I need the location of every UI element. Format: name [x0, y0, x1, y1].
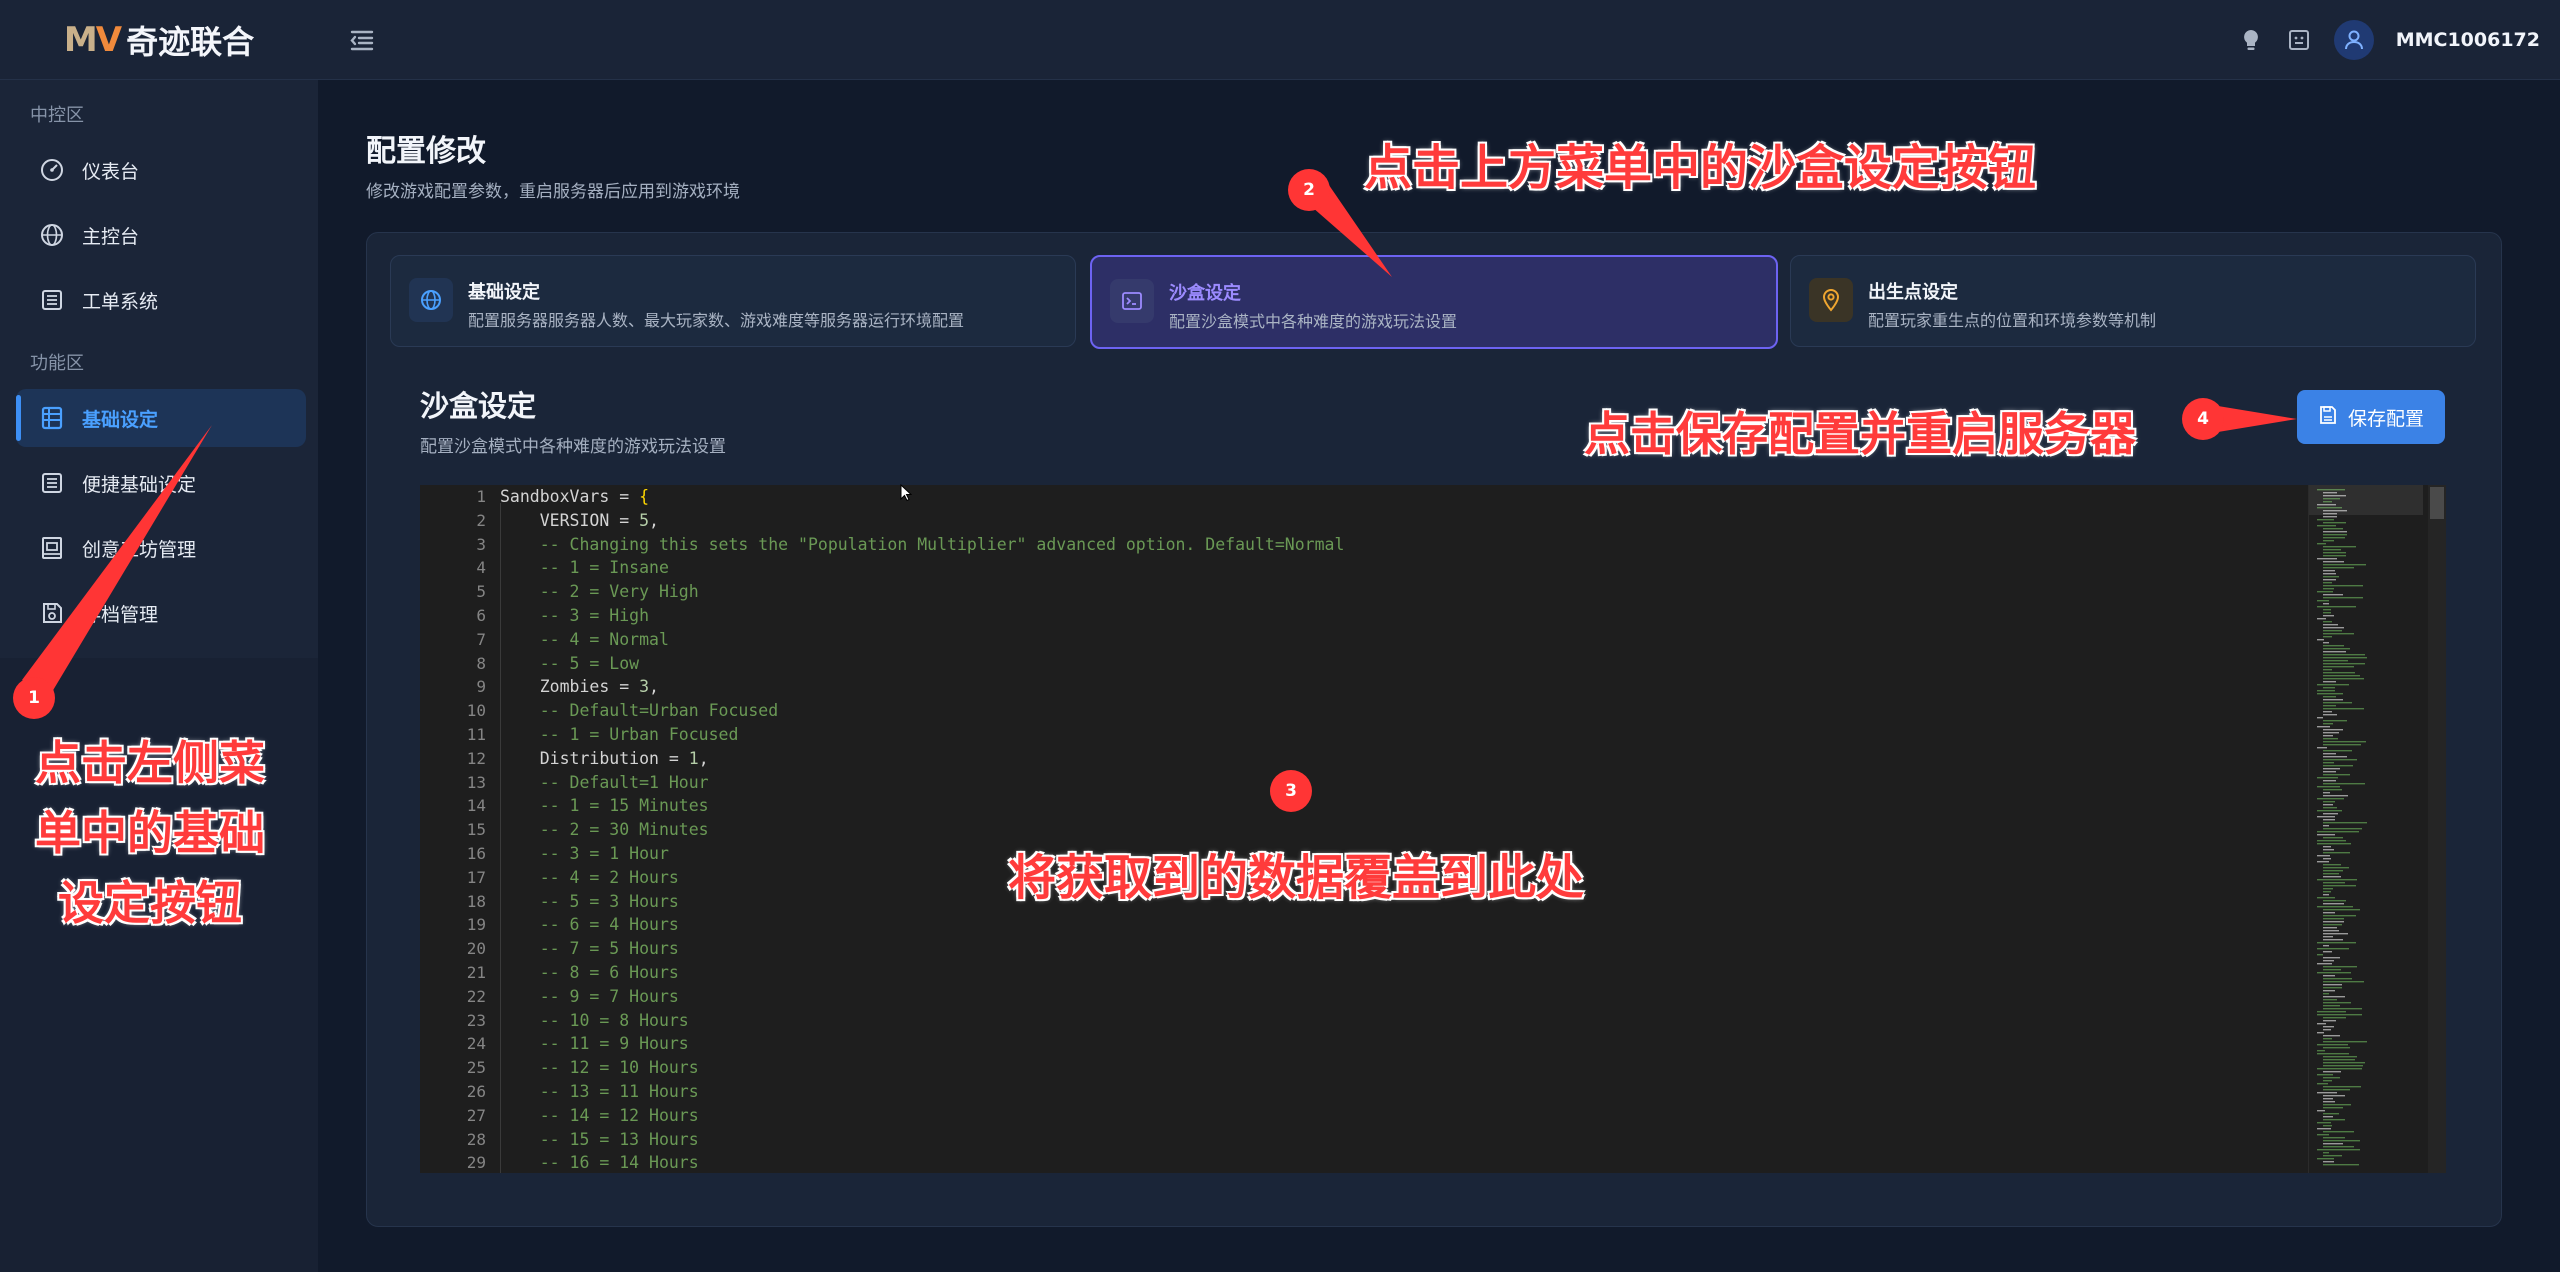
step1-line: 单中的基础 — [35, 806, 265, 860]
step2-annotation: 点击上方菜单中的沙盒设定按钮 — [1364, 140, 2037, 196]
step-badge-4: 4 — [2182, 398, 2224, 440]
annotation-arrows — [22, 172, 2297, 692]
step-badge-2: 2 — [1288, 169, 1330, 211]
step3-annotation: 将获取到的数据覆盖到此处 — [1008, 850, 1585, 906]
step1-line: 点击左侧菜 — [35, 736, 265, 790]
step-badge-1: 1 — [13, 677, 55, 719]
step1-annotation: 点击左侧菜 单中的基础 设定按钮 — [28, 728, 272, 938]
step1-line: 设定按钮 — [58, 876, 242, 930]
step-badge-3: 3 — [1270, 770, 1312, 812]
step4-annotation: 点击保存配置并重启服务器 — [1584, 407, 2136, 461]
